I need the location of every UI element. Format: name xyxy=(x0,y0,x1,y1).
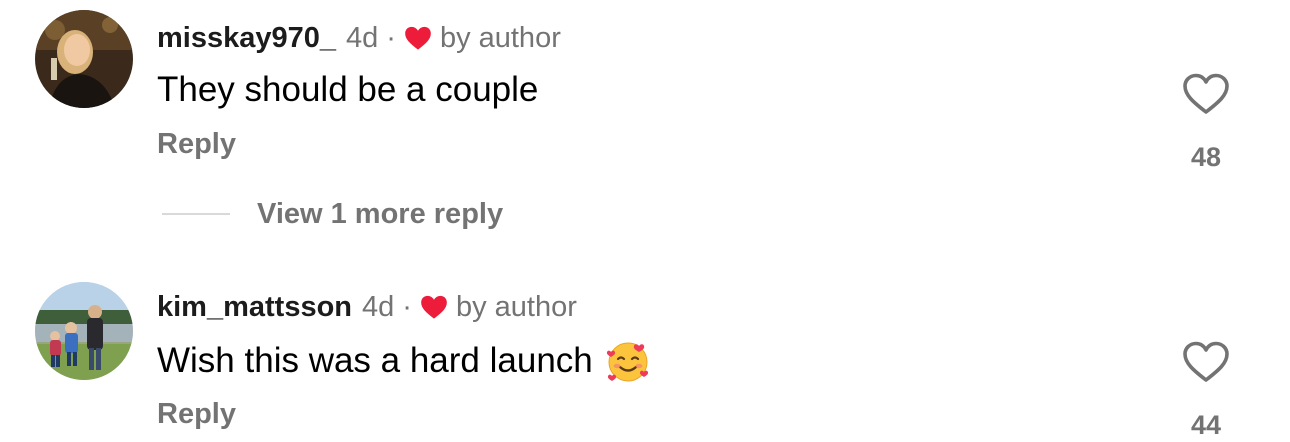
comment-meta: kim_mattsson 4d · by author xyxy=(157,287,577,327)
comment-username[interactable]: kim_mattsson xyxy=(157,291,352,324)
comment-time: 4d xyxy=(346,21,379,54)
comment-text-content: They should be a couple xyxy=(157,70,539,109)
like-count: 44 xyxy=(1190,410,1222,440)
like-count: 48 xyxy=(1190,142,1222,172)
comment-time: 4d xyxy=(362,290,395,323)
avatar-photo-icon xyxy=(35,282,133,380)
avatar[interactable] xyxy=(35,10,133,108)
divider-line xyxy=(162,213,230,215)
reply-button[interactable]: Reply xyxy=(157,398,236,431)
heart-filled-icon xyxy=(405,26,431,50)
comment-item: kim_mattsson 4d · by author Wish this wa… xyxy=(0,270,1290,442)
view-more-replies-button[interactable]: View 1 more reply xyxy=(162,196,503,232)
comment-meta: misskay970_ 4d · by author xyxy=(157,18,561,58)
comment-text-content: Wish this was a hard launch xyxy=(157,341,593,380)
by-author-badge: by author xyxy=(455,290,577,323)
by-author-badge: by author xyxy=(439,21,561,54)
separator-dot: · xyxy=(386,21,396,54)
comment-username[interactable]: misskay970_ xyxy=(157,22,336,55)
avatar[interactable] xyxy=(35,282,133,380)
separator-dot: · xyxy=(402,290,412,323)
avatar-photo-icon xyxy=(35,10,133,108)
heart-outline-icon[interactable] xyxy=(1182,340,1230,384)
view-more-replies-label: View 1 more reply xyxy=(257,197,504,230)
smiling-face-with-hearts-icon xyxy=(606,342,648,382)
comment-text: They should be a couple xyxy=(157,68,538,112)
reply-button[interactable]: Reply xyxy=(157,128,236,161)
heart-filled-icon xyxy=(421,295,447,319)
comment-item: misskay970_ 4d · by author They should b… xyxy=(0,0,1290,190)
comment-text: Wish this was a hard launch xyxy=(157,336,651,386)
heart-outline-icon[interactable] xyxy=(1182,72,1230,116)
